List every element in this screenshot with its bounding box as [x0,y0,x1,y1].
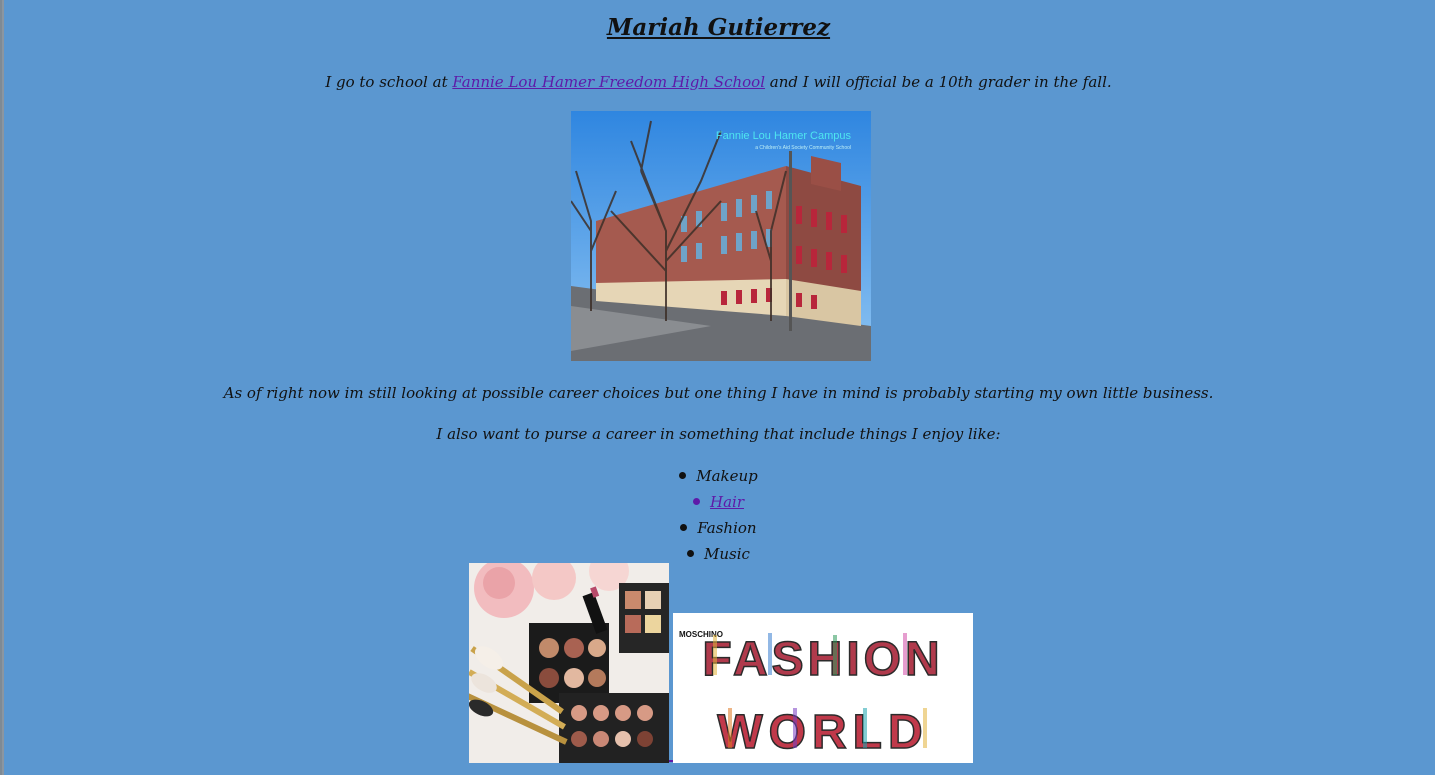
list-item: Fashion [2,517,1435,543]
bullet-icon [680,523,688,531]
list-item: Hair [2,491,1435,517]
school-photo: Fannie Lou Hamer Campus a Children's Aid… [571,111,871,361]
world-word: WORLD [717,706,928,759]
school-overlay-title: Fannie Lou Hamer Campus [716,130,852,142]
interest-makeup: Makeup [696,467,758,485]
interests-intro: I also want to purse a career in somethi… [436,425,1001,443]
interest-fashion: Fashion [697,519,757,537]
bullet-icon [687,549,695,557]
page-title: Mariah Gutierrez [606,14,831,41]
bullet-icon [679,471,687,479]
intro-text-after: and I will official be a 10th grader in … [765,73,1112,91]
intro-text-before: I go to school at [325,73,453,91]
makeup-photo [469,563,669,763]
school-link[interactable]: Fannie Lou Hamer Freedom High School [452,73,765,91]
interests-list: Makeup Hair Fashion Music [2,465,1435,569]
interest-music: Music [704,545,750,563]
intro-paragraph: I go to school at Fannie Lou Hamer Freed… [2,72,1435,92]
career-paragraph: As of right now im still looking at poss… [223,384,1214,402]
fashion-world-image: MOSCHINO FASHION WORLD [673,613,973,763]
fashion-word: FASHION [702,633,943,686]
hair-link[interactable]: Hair [710,493,744,511]
bullet-icon [693,497,700,505]
list-item: Makeup [2,465,1435,491]
list-item: Music [2,543,1435,569]
school-overlay-subtitle: a Children's Aid Society Community Schoo… [755,145,851,151]
page: Mariah Gutierrez I go to school at Fanni… [0,0,1435,775]
